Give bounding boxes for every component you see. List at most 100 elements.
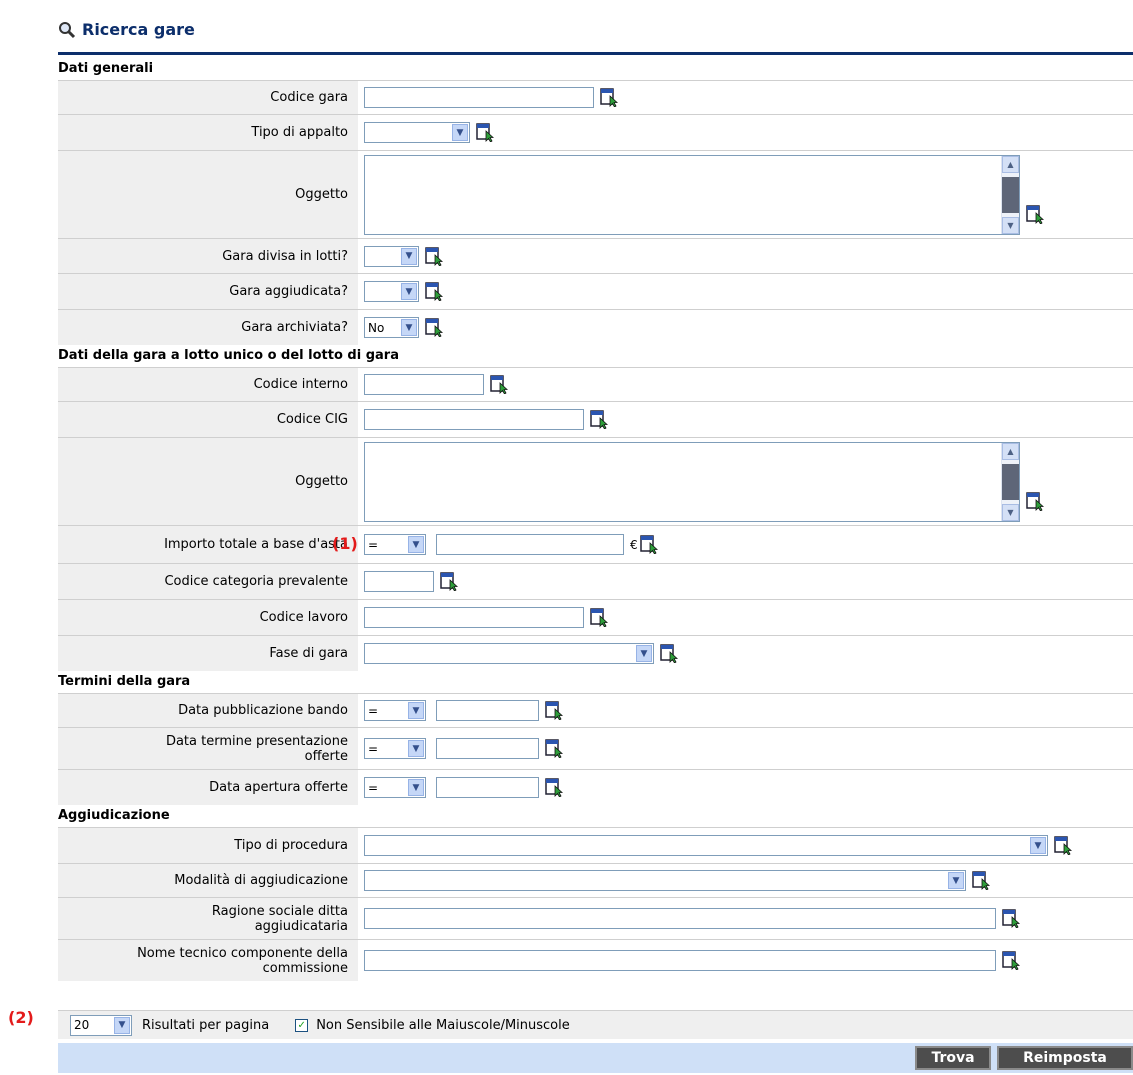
annotation-2: (2) (8, 1008, 34, 1027)
data-termine-operator[interactable]: = ▼ (364, 738, 426, 759)
search-option-icon[interactable] (425, 246, 444, 266)
search-option-icon[interactable] (545, 778, 564, 797)
chevron-down-icon[interactable]: ▼ (408, 702, 424, 719)
chevron-down-icon[interactable]: ▼ (408, 740, 424, 757)
scroll-down-icon[interactable]: ▼ (1002, 216, 1019, 234)
search-option-icon[interactable] (1026, 205, 1045, 224)
row-tipo-procedura: Tipo di procedura ▼ (58, 827, 1133, 863)
page-size-select[interactable]: 20 ▼ (70, 1014, 132, 1036)
tipo-appalto-select[interactable]: ▼ (364, 122, 470, 143)
gara-archiviata-select[interactable]: No ▼ (364, 317, 419, 338)
gara-aggiudicata-select[interactable]: ▼ (364, 281, 419, 302)
codice-interno-input[interactable] (364, 374, 484, 395)
codice-cig-input[interactable] (364, 409, 584, 430)
action-bar: Trova Reimposta (58, 1043, 1133, 1073)
codice-gara-input[interactable] (364, 87, 594, 108)
row-fase-gara: Fase di gara ▼ (58, 635, 1133, 671)
chevron-down-icon[interactable]: ▼ (408, 536, 424, 553)
search-option-icon[interactable] (600, 88, 619, 107)
trova-button[interactable]: Trova (915, 1046, 991, 1070)
oggetto-lotto-textarea[interactable]: ▲ ▼ (364, 441, 1020, 522)
case-insensitive-label: Non Sensibile alle Maiuscole/Minuscole (316, 1017, 570, 1033)
search-option-icon[interactable] (490, 375, 509, 394)
label-gara-aggiudicata: Gara aggiudicata? (229, 284, 348, 299)
search-option-icon[interactable] (545, 701, 564, 720)
fase-gara-select[interactable]: ▼ (364, 643, 654, 664)
label-gara-divisa: Gara divisa in lotti? (222, 248, 348, 264)
currency-symbol: € (630, 537, 638, 552)
search-option-icon[interactable] (590, 608, 609, 627)
search-option-icon[interactable] (425, 282, 444, 301)
data-apertura-input[interactable] (436, 777, 539, 798)
section-termini: Termini della gara (58, 671, 1133, 693)
row-gara-divisa: Gara divisa in lotti? ▼ (58, 238, 1133, 273)
row-oggetto-generale: Oggetto ▲ ▼ (58, 150, 1133, 238)
row-gara-aggiudicata: Gara aggiudicata? ▼ (58, 273, 1133, 309)
search-option-icon[interactable] (1054, 836, 1073, 855)
chevron-down-icon[interactable]: ▼ (401, 319, 417, 336)
search-option-icon[interactable] (1026, 492, 1045, 511)
oggetto-textarea[interactable]: ▲ ▼ (364, 154, 1020, 235)
label-tipo-appalto: Tipo di appalto (251, 125, 348, 140)
importo-operator-select[interactable]: = ▼ (364, 534, 426, 555)
scroll-up-icon[interactable]: ▲ (1002, 155, 1019, 173)
codice-lavoro-input[interactable] (364, 607, 584, 628)
section-dati-lotto: Dati della gara a lotto unico o del lott… (58, 345, 1133, 367)
nome-tecnico-input[interactable] (364, 950, 996, 971)
search-option-icon[interactable] (972, 871, 991, 890)
case-insensitive-checkbox[interactable]: ✓ (295, 1018, 309, 1032)
checkmark-icon: ✓ (297, 1019, 306, 1031)
chevron-down-icon[interactable]: ▼ (114, 1016, 130, 1034)
search-option-icon[interactable] (1002, 909, 1021, 928)
textarea-scrollbar[interactable]: ▲ ▼ (1001, 442, 1019, 521)
tipo-procedura-select[interactable]: ▼ (364, 835, 1048, 856)
row-tipo-appalto: Tipo di appalto ▼ (58, 114, 1133, 150)
search-option-icon[interactable] (590, 410, 609, 429)
search-option-icon[interactable] (1002, 951, 1021, 970)
chevron-down-icon[interactable]: ▼ (401, 283, 417, 300)
data-apertura-operator[interactable]: = ▼ (364, 777, 426, 798)
textarea-scrollbar[interactable]: ▲ ▼ (1001, 155, 1019, 234)
chevron-down-icon[interactable]: ▼ (636, 645, 652, 662)
search-option-icon[interactable] (476, 123, 495, 142)
row-importo: Importo totale a base d'asta = ▼ € (58, 525, 1133, 563)
page-title-block: Ricerca gare (58, 20, 195, 39)
chevron-down-icon[interactable]: ▼ (452, 124, 468, 141)
gara-divisa-select[interactable]: ▼ (364, 245, 419, 267)
chevron-down-icon[interactable]: ▼ (948, 872, 964, 889)
chevron-down-icon[interactable]: ▼ (408, 779, 424, 796)
annotation-1: (1) (332, 534, 358, 553)
row-codice-interno: Codice interno (58, 367, 1133, 401)
row-data-pubblicazione: Data pubblicazione bando = ▼ (58, 693, 1133, 727)
row-gara-archiviata: Gara archiviata? No ▼ (58, 309, 1133, 345)
label-codice-gara: Codice gara (270, 90, 348, 105)
data-termine-input[interactable] (436, 738, 539, 759)
label-data-termine: Data termine presentazione offerte (165, 733, 348, 764)
search-form: Dati generali Codice gara Tipo di appalt… (58, 58, 1133, 981)
ragione-sociale-input[interactable] (364, 908, 996, 929)
modalita-select[interactable]: ▼ (364, 870, 966, 891)
search-option-icon[interactable] (660, 644, 679, 663)
importo-input[interactable] (436, 534, 624, 555)
chevron-down-icon[interactable]: ▼ (401, 247, 417, 265)
reimposta-button[interactable]: Reimposta (997, 1046, 1133, 1070)
row-modalita: Modalità di aggiudicazione ▼ (58, 863, 1133, 897)
label-data-pubblicazione: Data pubblicazione bando (178, 703, 348, 718)
chevron-down-icon[interactable]: ▼ (1030, 837, 1046, 854)
label-nome-tecnico: Nome tecnico componente della commission… (137, 945, 348, 976)
section-aggiudicazione: Aggiudicazione (58, 805, 1133, 827)
label-modalita: Modalità di aggiudicazione (174, 873, 348, 888)
search-option-icon[interactable] (425, 318, 444, 337)
label-gara-archiviata: Gara archiviata? (241, 320, 348, 335)
search-option-icon[interactable] (545, 739, 564, 758)
search-option-icon[interactable] (440, 572, 459, 591)
scroll-down-icon[interactable]: ▼ (1002, 503, 1019, 521)
label-importo: Importo totale a base d'asta (164, 537, 348, 552)
search-option-icon[interactable] (639, 535, 659, 554)
label-codice-lavoro: Codice lavoro (259, 610, 348, 625)
data-pubblicazione-input[interactable] (436, 700, 539, 721)
data-pubblicazione-operator[interactable]: = ▼ (364, 700, 426, 721)
scroll-up-icon[interactable]: ▲ (1002, 442, 1019, 460)
codice-categoria-input[interactable] (364, 571, 434, 592)
row-nome-tecnico: Nome tecnico componente della commission… (58, 939, 1133, 981)
